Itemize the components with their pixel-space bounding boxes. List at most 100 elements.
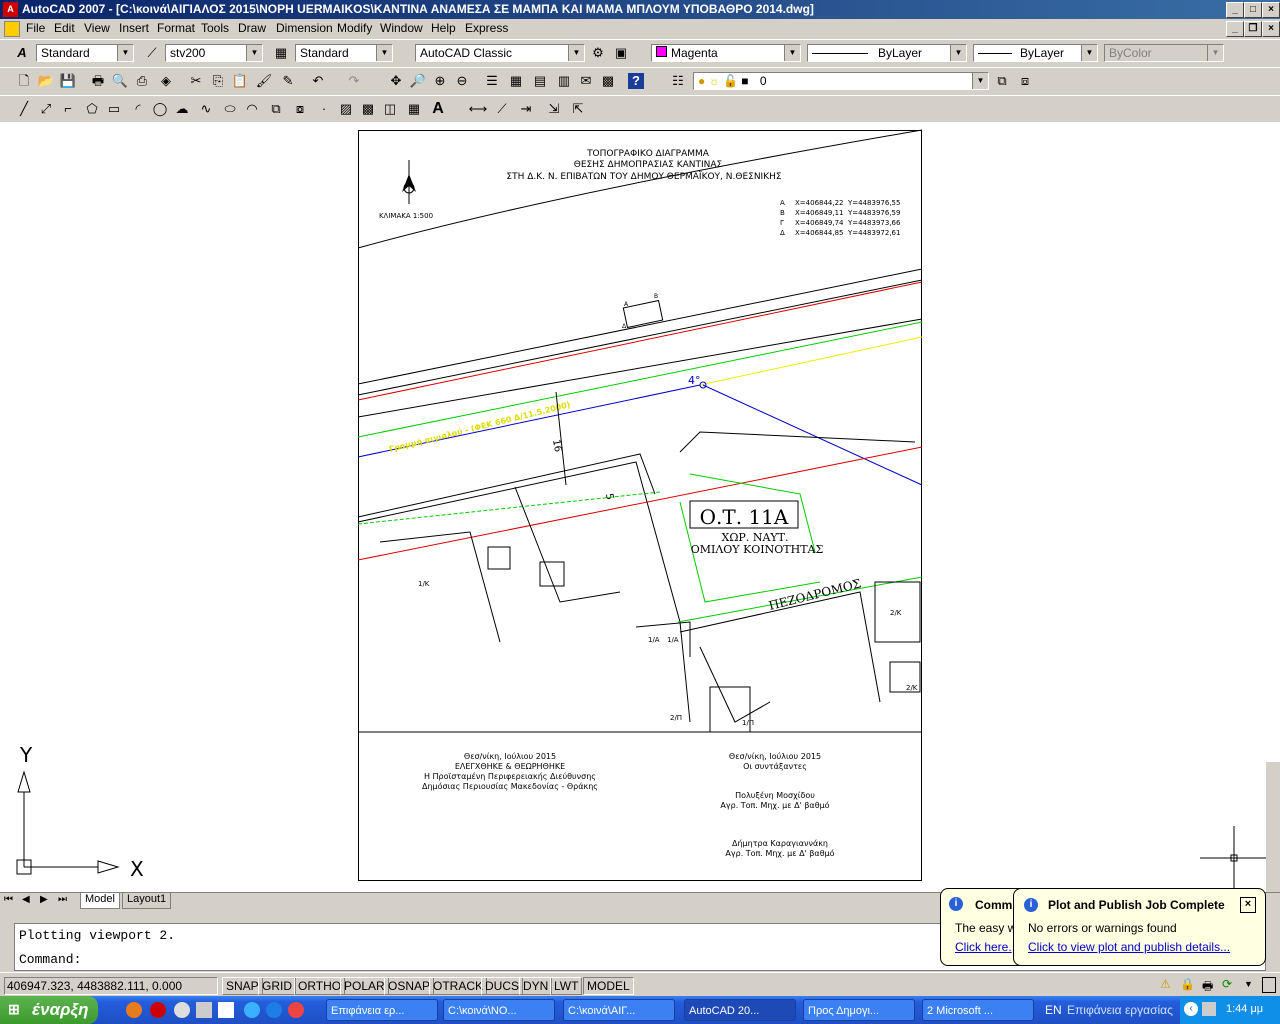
doc-restore-button[interactable]: ❐ [1244, 21, 1262, 37]
gradient-icon[interactable]: ▩ [358, 99, 378, 119]
menu-tools[interactable]: Tools [201, 21, 229, 35]
plot-preview-icon[interactable]: 🔍 [110, 71, 130, 91]
tab-layout1[interactable]: Layout1 [122, 893, 172, 909]
ortho-toggle[interactable]: ORTHO [294, 977, 346, 995]
task-folder-1[interactable]: C:\κοινά\ΝΟ... [443, 999, 555, 1021]
tab-first-icon[interactable]: ⏮ [4, 894, 13, 905]
lwt-toggle[interactable]: LWT [550, 977, 583, 995]
calculator-icon[interactable]: ▩ [598, 71, 618, 91]
help-icon[interactable]: ? [628, 73, 644, 89]
clean-screen-icon[interactable] [1262, 977, 1276, 993]
task-autocad[interactable]: AutoCAD 20... [684, 999, 796, 1021]
revision-cloud-icon[interactable]: ☁ [172, 99, 192, 119]
balloon-link[interactable]: Click to view plot and publish details..… [1028, 940, 1230, 954]
ie-alt-icon[interactable] [266, 1002, 282, 1018]
menu-express[interactable]: Express [465, 21, 508, 35]
notepad-icon[interactable] [218, 1002, 234, 1018]
task-folder-2[interactable]: C:\κοινά\ΑΙΓ... [563, 999, 675, 1021]
close-button[interactable]: × [1262, 2, 1280, 18]
warning-icon[interactable]: ⚠ [1160, 977, 1171, 991]
ellipse-arc-icon[interactable]: ◠ [242, 99, 262, 119]
snap-toggle[interactable]: SNAP [222, 977, 263, 995]
plot-complete-balloon[interactable]: i Plot and Publish Job Complete × No err… [1013, 888, 1266, 966]
arc-icon[interactable]: ◜ [128, 99, 148, 119]
otrack-toggle[interactable]: OTRACK [429, 977, 488, 995]
comm-center-icon[interactable]: ⟳ [1222, 977, 1232, 991]
clock[interactable]: 1:44 μμ [1226, 1003, 1263, 1015]
chevron-down-icon[interactable]: ▼ [246, 45, 262, 61]
ellipse-icon[interactable]: ⬭ [220, 99, 240, 119]
linear-dimension-icon[interactable]: ⟷ [468, 99, 488, 119]
menu-window[interactable]: Window [380, 21, 423, 35]
save-icon[interactable]: 💾 [58, 71, 78, 91]
paste-icon[interactable]: 📋 [230, 71, 250, 91]
linetype-combo[interactable]: ByLayer ▼ [807, 44, 967, 62]
model-toggle[interactable]: MODEL [583, 977, 634, 995]
plotstyle-combo[interactable]: ByColor ▼ [1104, 44, 1224, 62]
menu-modify[interactable]: Modify [337, 21, 372, 35]
chevron-down-icon[interactable]: ▼ [972, 73, 988, 89]
tab-last-icon[interactable]: ⏭ [58, 894, 67, 905]
multiline-text-icon[interactable]: A [428, 99, 448, 119]
spline-icon[interactable]: ∿ [196, 99, 216, 119]
make-block-icon[interactable]: ⧇ [290, 99, 310, 119]
polygon-icon[interactable]: ⬠ [82, 99, 102, 119]
text-style-combo[interactable]: Standard ▼ [36, 44, 134, 62]
pan-icon[interactable]: ✥ [386, 71, 406, 91]
zoom-realtime-icon[interactable]: 🔎 [408, 71, 428, 91]
table-icon[interactable]: ▦ [404, 99, 424, 119]
color-combo[interactable]: Magenta ▼ [651, 44, 801, 62]
menu-help[interactable]: Help [431, 21, 456, 35]
tool-palettes-icon[interactable]: ▤ [530, 71, 550, 91]
menu-edit[interactable]: Edit [54, 21, 75, 35]
open-icon[interactable]: 📂 [36, 71, 56, 91]
rectangle-icon[interactable]: ▭ [104, 99, 124, 119]
table-style-combo[interactable]: Standard ▼ [295, 44, 393, 62]
save-workspace-icon[interactable]: ▣ [611, 43, 631, 63]
chrome-icon[interactable] [288, 1002, 304, 1018]
table-style-icon[interactable]: ▦ [271, 43, 291, 63]
quick-dimension-icon[interactable]: ⇥ [516, 99, 536, 119]
region-icon[interactable]: ◫ [380, 99, 400, 119]
document-icon[interactable] [4, 21, 20, 37]
coordinate-display[interactable]: 406947.323, 4483882.111, 0.000 [4, 977, 218, 995]
ducs-toggle[interactable]: DUCS [481, 977, 524, 995]
dim-style-combo[interactable]: stv200 ▼ [165, 44, 263, 62]
plot-icon[interactable]: 🖶 [88, 71, 108, 91]
publish-icon[interactable]: ⎙ [132, 71, 152, 91]
media-player-icon[interactable] [174, 1002, 190, 1018]
window-titlebar[interactable]: A AutoCAD 2007 - [C:\κοινά\ΑΙΓΙΑΛΟΣ 2015… [0, 0, 1280, 19]
circle-icon[interactable]: ◯ [150, 99, 170, 119]
menu-dimension[interactable]: Dimension [276, 21, 333, 35]
block-editor-icon[interactable]: ✎ [278, 71, 298, 91]
chevron-down-icon[interactable]: ▼ [784, 45, 800, 61]
copy-icon[interactable]: ⎘ [208, 71, 228, 91]
vertical-scrollbar[interactable] [1266, 762, 1280, 892]
doc-minimize-button[interactable]: _ [1226, 21, 1244, 37]
tray-expand-icon[interactable]: ‹ [1184, 1002, 1198, 1016]
layer-manager-icon[interactable]: ☷ [668, 71, 688, 91]
make-object-layer-current-icon[interactable]: ⧉ [992, 71, 1012, 91]
start-button[interactable]: ⊞ έναρξη [0, 996, 98, 1024]
task-microsoft[interactable]: 2 Microsoft ... [922, 999, 1034, 1021]
layer-combo[interactable]: ● ☼ 🔓 ■ 0 ▼ [693, 72, 989, 90]
polyline-icon[interactable]: ⌐ [58, 99, 78, 119]
firefox-icon[interactable] [126, 1002, 142, 1018]
status-menu-icon[interactable]: ▼ [1244, 979, 1253, 989]
markup-icon[interactable]: ✉ [576, 71, 596, 91]
dyn-toggle[interactable]: DYN [519, 977, 553, 995]
tab-next-icon[interactable]: ▶ [40, 894, 48, 905]
text-style-icon[interactable]: A [12, 43, 32, 63]
layer-previous-icon[interactable]: ⧈ [1015, 71, 1035, 91]
minimize-button[interactable]: _ [1226, 2, 1244, 18]
chevron-down-icon[interactable]: ▼ [1207, 45, 1223, 61]
lightbulb-icon[interactable]: ● [698, 74, 705, 88]
autocad-app-icon[interactable]: A [3, 2, 18, 17]
grid-toggle[interactable]: GRID [258, 977, 296, 995]
menu-file[interactable]: File [26, 21, 45, 35]
zoom-window-icon[interactable]: ⊕ [430, 71, 450, 91]
network-icon[interactable] [1202, 1002, 1216, 1016]
chevron-down-icon[interactable]: ▼ [568, 45, 584, 61]
menu-draw[interactable]: Draw [238, 21, 266, 35]
balloon-back-link[interactable]: Click here. [955, 940, 1012, 954]
